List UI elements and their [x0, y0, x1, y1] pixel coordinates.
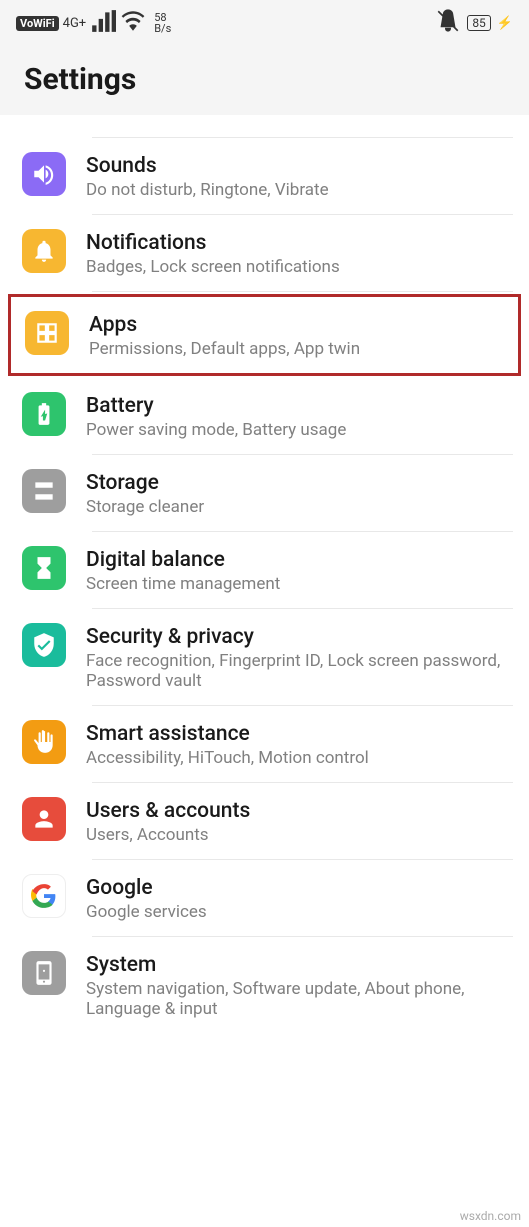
storage-icon — [22, 469, 66, 513]
item-subtitle: Badges, Lock screen notifications — [86, 257, 513, 277]
page-header: Settings — [0, 42, 529, 115]
item-title: Battery — [86, 394, 513, 418]
item-title: Google — [86, 876, 513, 900]
item-title: System — [86, 953, 513, 977]
item-subtitle: Storage cleaner — [86, 497, 513, 517]
settings-item-notifications[interactable]: Notifications Badges, Lock screen notifi… — [0, 215, 529, 291]
system-icon — [22, 951, 66, 995]
settings-item-smart-assistance[interactable]: Smart assistance Accessibility, HiTouch,… — [0, 706, 529, 782]
wifi-icon — [120, 8, 146, 38]
item-title: Digital balance — [86, 548, 513, 572]
person-icon — [22, 797, 66, 841]
item-subtitle: Screen time management — [86, 574, 513, 594]
status-bar: VoWiFi 4G+ 58 B/s 85 ⚡ — [0, 0, 529, 42]
signal-icon — [90, 8, 116, 38]
item-subtitle: Google services — [86, 902, 513, 922]
item-subtitle: Face recognition, Fingerprint ID, Lock s… — [86, 651, 513, 691]
item-subtitle: Do not disturb, Ringtone, Vibrate — [86, 180, 513, 200]
settings-item-system[interactable]: System System navigation, Software updat… — [0, 937, 529, 1033]
status-left: VoWiFi 4G+ 58 B/s — [16, 8, 171, 38]
item-title: Users & accounts — [86, 799, 513, 823]
settings-item-battery[interactable]: Battery Power saving mode, Battery usage — [0, 378, 529, 454]
charging-icon: ⚡ — [497, 16, 513, 31]
truncated-row — [0, 125, 529, 137]
settings-item-users[interactable]: Users & accounts Users, Accounts — [0, 783, 529, 859]
item-title: Security & privacy — [86, 625, 513, 649]
item-title: Smart assistance — [86, 722, 513, 746]
network-type: 4G+ — [63, 16, 87, 31]
sound-icon — [22, 152, 66, 196]
settings-item-apps[interactable]: Apps Permissions, Default apps, App twin — [8, 294, 521, 376]
settings-item-storage[interactable]: Storage Storage cleaner — [0, 455, 529, 531]
item-title: Storage — [86, 471, 513, 495]
shield-icon — [22, 623, 66, 667]
bell-icon — [22, 229, 66, 273]
settings-item-digital-balance[interactable]: Digital balance Screen time management — [0, 532, 529, 608]
watermark: wsxdn.com — [460, 1209, 521, 1223]
item-title: Sounds — [86, 154, 513, 178]
page-title: Settings — [24, 62, 505, 97]
item-subtitle: Permissions, Default apps, App twin — [89, 339, 506, 359]
item-subtitle: Accessibility, HiTouch, Motion control — [86, 748, 513, 768]
hand-icon — [22, 720, 66, 764]
item-subtitle: Users, Accounts — [86, 825, 513, 845]
item-subtitle: Power saving mode, Battery usage — [86, 420, 513, 440]
settings-item-sounds[interactable]: Sounds Do not disturb, Ringtone, Vibrate — [0, 138, 529, 214]
settings-list[interactable]: Sounds Do not disturb, Ringtone, Vibrate… — [0, 115, 529, 1033]
item-title: Notifications — [86, 231, 513, 255]
hourglass-icon — [22, 546, 66, 590]
vowifi-badge: VoWiFi — [16, 16, 59, 31]
battery-icon — [22, 392, 66, 436]
mute-icon — [435, 8, 461, 38]
speed-unit: B/s — [154, 23, 171, 34]
battery-indicator: 85 — [467, 15, 491, 31]
status-right: 85 ⚡ — [435, 8, 513, 38]
item-title: Apps — [89, 313, 506, 337]
item-subtitle: System navigation, Software update, Abou… — [86, 979, 513, 1019]
google-icon — [22, 874, 66, 918]
apps-icon — [25, 311, 69, 355]
settings-item-google[interactable]: Google Google services — [0, 860, 529, 936]
settings-item-security[interactable]: Security & privacy Face recognition, Fin… — [0, 609, 529, 705]
